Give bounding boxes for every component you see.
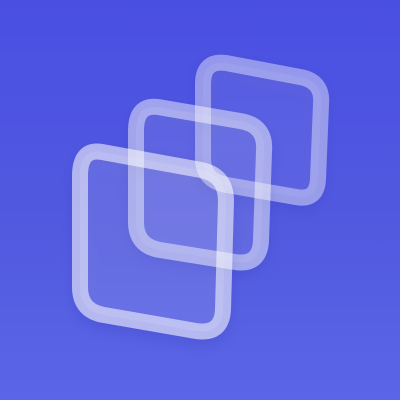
app-icon-canvas [0, 0, 400, 400]
stacked-squares-icon [72, 54, 330, 340]
square-front-icon [72, 143, 234, 340]
